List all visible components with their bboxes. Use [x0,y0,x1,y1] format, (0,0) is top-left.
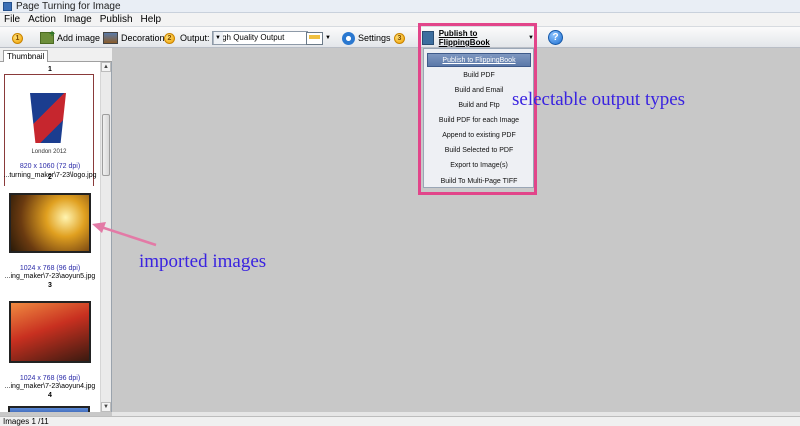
status-bar: Images 1 /11 [0,416,800,426]
annotation-arrow-icon [92,222,157,247]
status-text: Images 1 /11 [3,417,49,426]
